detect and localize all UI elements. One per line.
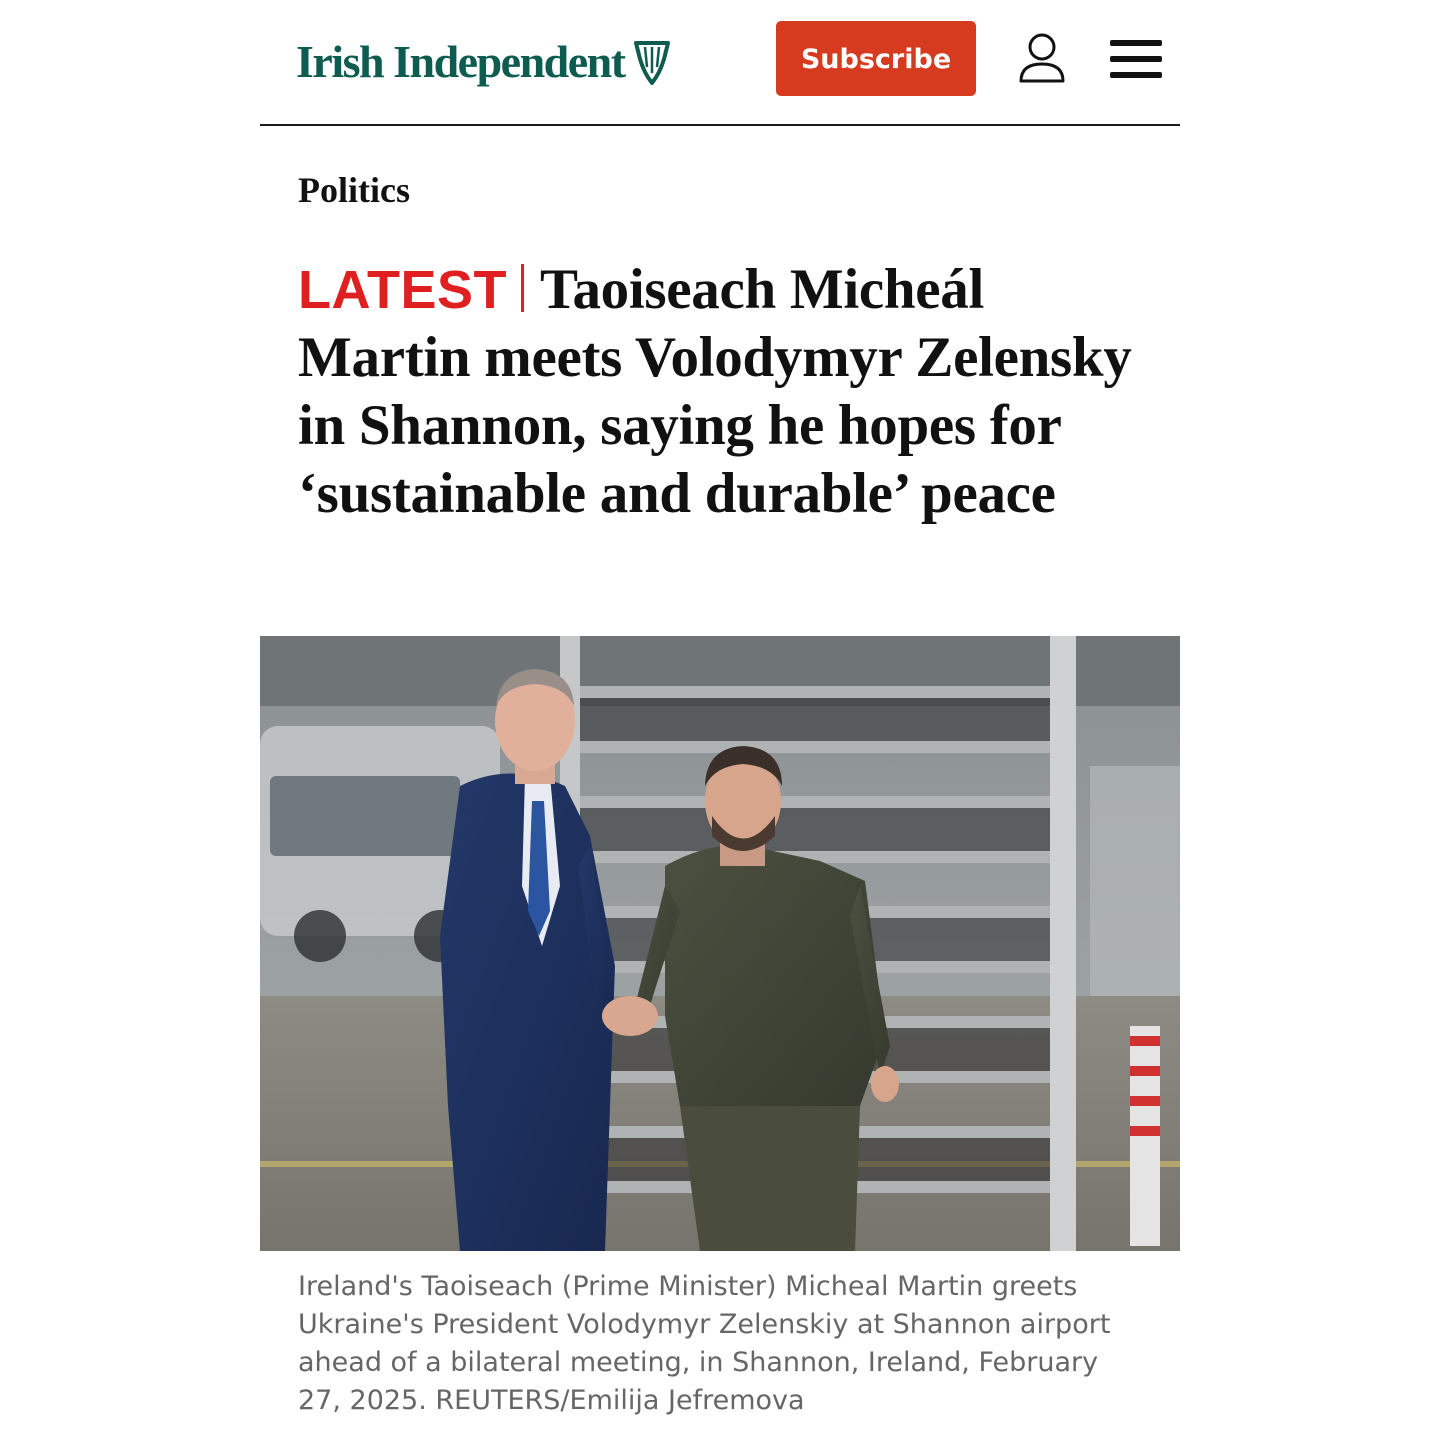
- account-icon[interactable]: [1018, 32, 1066, 84]
- tag-divider: [520, 264, 524, 312]
- photo-caption: Ireland's Taoiseach (Prime Minister) Mic…: [298, 1271, 1111, 1416]
- site-logo[interactable]: Irish Independent: [296, 34, 671, 90]
- article-headline: LATEST Taoiseach Micheál Martin meets Vol…: [298, 256, 1158, 528]
- logo-text: Irish Independent: [296, 36, 626, 87]
- section-label[interactable]: Politics: [298, 168, 410, 212]
- latest-tag: LATEST: [298, 260, 507, 320]
- article-photo: [260, 636, 1180, 1251]
- harp-icon: [633, 39, 671, 85]
- site-header: Irish Independent Subscribe: [260, 0, 1180, 126]
- menu-icon[interactable]: [1110, 38, 1162, 80]
- subscribe-button[interactable]: Subscribe: [776, 21, 976, 96]
